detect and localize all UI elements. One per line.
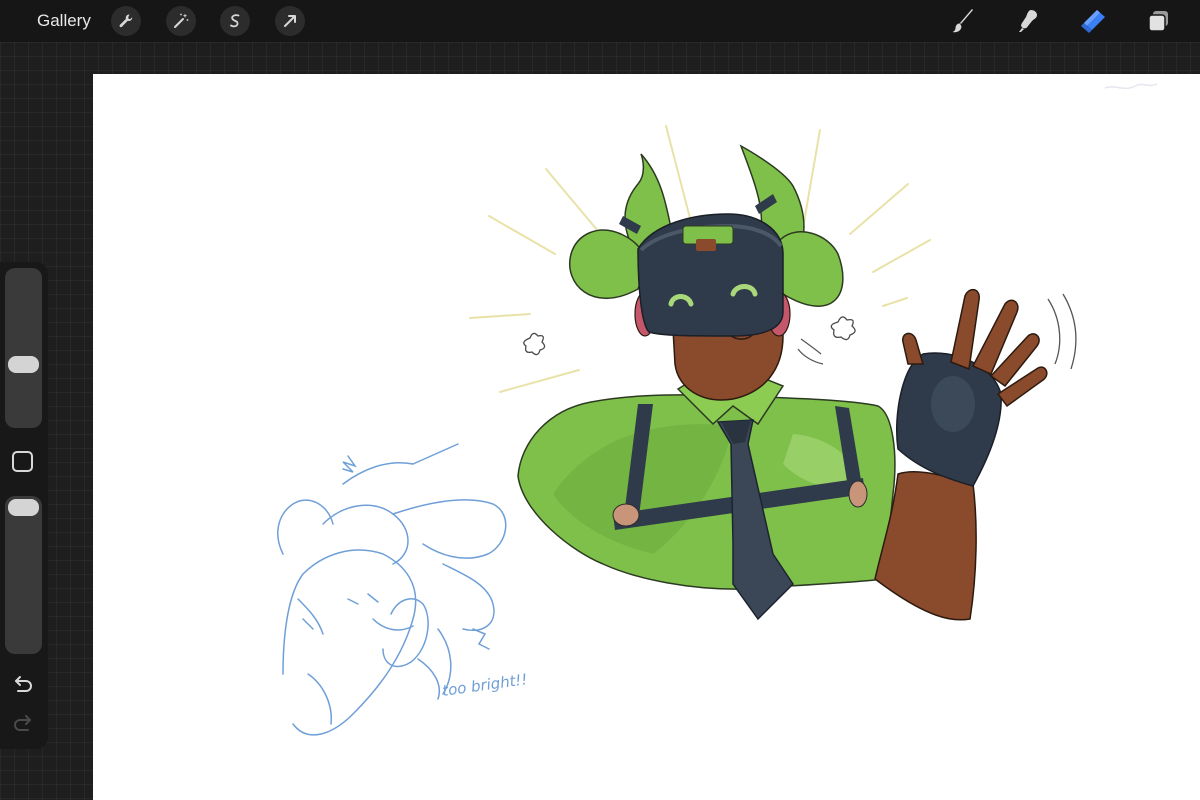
artwork: too bright!!	[277, 83, 1158, 736]
brush-size-thumb[interactable]	[8, 355, 39, 373]
top-toolbar: Gallery	[0, 0, 1200, 42]
undo-button[interactable]	[10, 674, 36, 696]
eraser-tool-button[interactable]	[1076, 4, 1110, 38]
transform-arrow-icon	[284, 15, 296, 27]
adjustments-button[interactable]	[166, 6, 196, 36]
brush-size-slider[interactable]	[5, 268, 42, 428]
transform-button[interactable]	[275, 6, 305, 36]
undo-arrow-icon	[15, 676, 32, 692]
left-sidebar	[0, 262, 48, 749]
eraser-icon	[1081, 10, 1105, 33]
drawing-canvas[interactable]: too bright!!	[93, 74, 1200, 800]
gallery-button[interactable]: Gallery	[37, 10, 91, 32]
brush-icon	[952, 9, 973, 33]
modify-button[interactable]	[12, 451, 33, 472]
faint-scribble	[1104, 83, 1158, 90]
selection-button[interactable]	[220, 6, 250, 36]
redo-button[interactable]	[10, 713, 36, 735]
opacity-thumb[interactable]	[8, 499, 39, 516]
horn-left-base	[569, 229, 645, 300]
redo-arrow-icon	[14, 715, 31, 731]
smudge-tool-button[interactable]	[1011, 4, 1045, 38]
sketch-note: too bright!!	[441, 670, 528, 700]
actions-button[interactable]	[111, 6, 141, 36]
brush-tool-button[interactable]	[946, 4, 980, 38]
opacity-slider[interactable]	[5, 496, 42, 654]
selection-icon	[230, 14, 240, 28]
wrench-icon	[119, 14, 133, 28]
layers-button[interactable]	[1142, 4, 1176, 38]
smudge-icon	[1019, 10, 1037, 32]
magic-wand-icon	[174, 13, 189, 28]
layers-icon	[1148, 11, 1168, 32]
wave-lines	[1047, 293, 1077, 370]
